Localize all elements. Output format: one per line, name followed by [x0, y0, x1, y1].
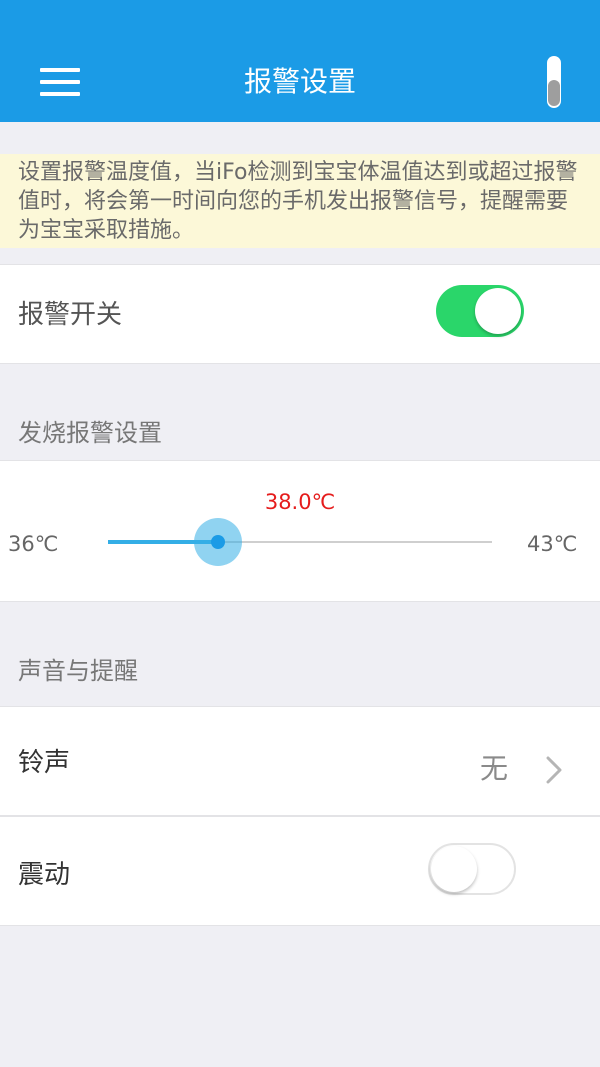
ringtone-label: 铃声	[18, 748, 71, 778]
app-header: 报警设置	[0, 0, 600, 122]
scroll-indicator[interactable]	[544, 52, 564, 110]
temperature-slider-thumb[interactable]	[193, 518, 242, 566]
info-banner: 设置报警温度值，当iFo检测到宝宝体温值达到或超过报警值时，将会第一时间向您的手…	[0, 154, 600, 248]
ringtone-row[interactable]: 铃声 无	[0, 706, 600, 816]
slider-min-label: 36℃	[8, 532, 59, 556]
alarm-switch-label: 报警开关	[18, 300, 123, 330]
page-title: 报警设置	[243, 65, 356, 98]
sound-section-title: 声音与提醒	[18, 657, 138, 685]
fever-slider-card: 38.0℃ 36℃ 43℃	[0, 460, 600, 602]
alarm-switch-row: 报警开关	[0, 264, 600, 364]
toggle-knob	[475, 288, 521, 334]
slider-max-label: 43℃	[527, 532, 578, 556]
temperature-slider-track[interactable]	[108, 540, 492, 544]
ringtone-value: 无	[480, 752, 509, 785]
chevron-right-icon	[546, 756, 562, 784]
alarm-switch-toggle[interactable]	[436, 285, 524, 337]
fever-section-title: 发烧报警设置	[18, 419, 162, 447]
slider-thumb-dot	[210, 535, 225, 549]
toggle-knob	[431, 846, 477, 892]
vibrate-toggle[interactable]	[428, 843, 516, 895]
vibrate-row: 震动	[0, 816, 600, 926]
vibrate-label: 震动	[18, 860, 71, 890]
slider-value-label: 38.0℃	[264, 490, 336, 514]
